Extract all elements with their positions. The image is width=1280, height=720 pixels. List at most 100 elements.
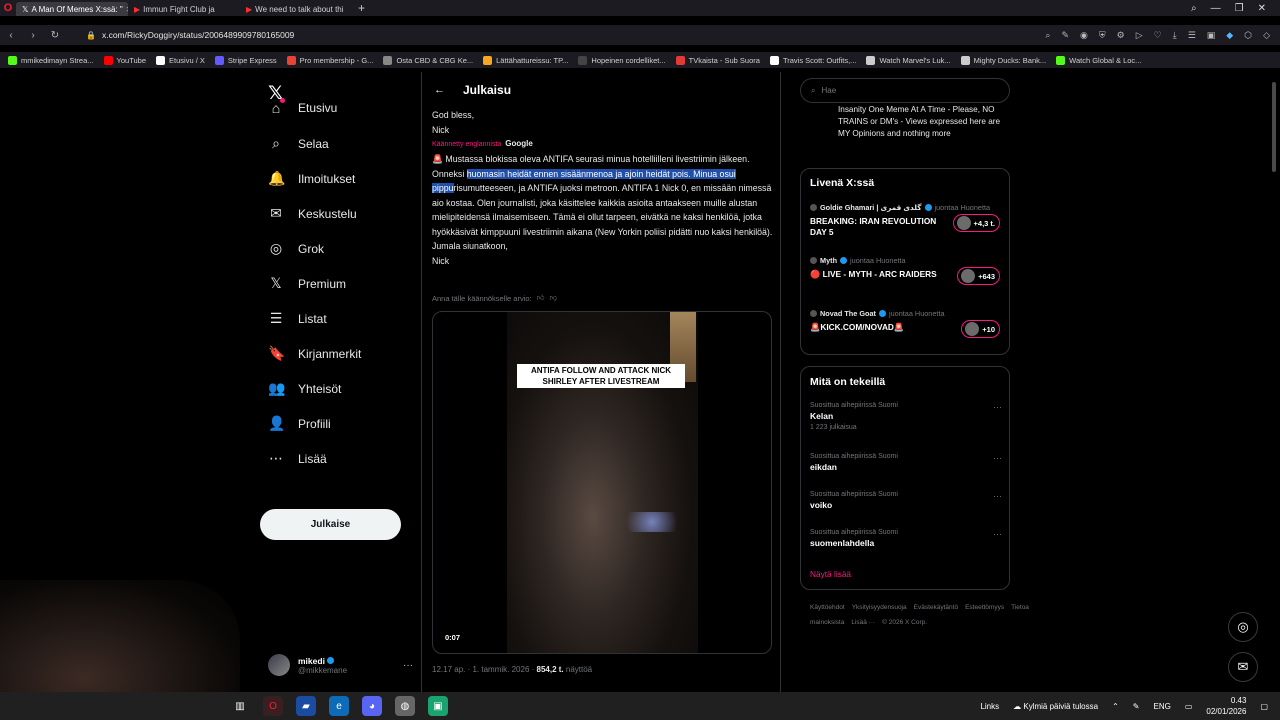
aria-icon[interactable]: ◇ <box>1263 30 1270 41</box>
notifications-icon[interactable]: ▢ <box>1260 702 1268 711</box>
bookmark-item[interactable]: Hopeinen cordelliket... <box>578 55 666 65</box>
network-icon[interactable]: ▭ <box>1185 702 1193 711</box>
discord-icon[interactable]: ◕ <box>362 696 382 716</box>
tray-chevron-icon[interactable]: ⌃ <box>1112 702 1119 711</box>
nav-item-bookmarks[interactable]: 🔖 Kirjanmerkit <box>268 345 361 362</box>
cube-icon[interactable]: ⬡ <box>1244 30 1252 41</box>
opera-logo-icon[interactable]: O <box>0 0 16 16</box>
back-icon[interactable]: ‹ <box>0 30 22 41</box>
trend-item[interactable]: Suosittua aihepiirissä Suomi eikdan ··· <box>810 453 1002 472</box>
bookmark-item[interactable]: Watch Global & Loc... <box>1056 55 1141 65</box>
back-arrow-icon[interactable]: ← <box>434 84 445 96</box>
chart-app-icon[interactable]: ▰ <box>296 696 316 716</box>
footer-link[interactable]: © 2026 X Corp. <box>882 619 927 626</box>
opera-taskbar-icon[interactable]: O <box>263 696 283 716</box>
bookmark-item[interactable]: YouTube <box>103 55 146 65</box>
bookmark-item[interactable]: Mighty Ducks: Bank... <box>960 55 1046 65</box>
browser-tab-1[interactable]: 𝕏 A Man Of Memes X:ssä: " ✕ <box>16 2 128 16</box>
download-icon[interactable]: ⤓ <box>1173 30 1177 41</box>
bookmark-item[interactable]: Travis Scott: Outfits,... <box>769 55 856 65</box>
reload-icon[interactable]: ↻ <box>44 30 66 41</box>
scroll-thumb[interactable] <box>1272 82 1276 172</box>
post-timestamp[interactable]: 12.17 ap. · 1. tammik. 2026 · <box>432 665 534 674</box>
camera-icon[interactable]: ◉ <box>1080 30 1088 41</box>
nav-item-communities[interactable]: 👥 Yhteisöt <box>268 380 341 397</box>
nav-item-notifications[interactable]: 🔔 Ilmoitukset <box>268 170 355 187</box>
thumbs-up-icon[interactable]: 👍︎ <box>537 293 545 303</box>
bookmark-item[interactable]: Etusivu / X <box>156 55 205 65</box>
footer-link[interactable]: Yksityisyydensuoja <box>852 604 907 611</box>
search-tabs-icon[interactable]: ⌕ <box>1191 3 1197 14</box>
store-icon[interactable]: ▣ <box>428 696 448 716</box>
weather-widget[interactable]: ☁ Kylmiä päiviä tulossa <box>1013 702 1098 711</box>
pen-icon[interactable]: ✎ <box>1133 702 1140 711</box>
grok-fab-icon[interactable]: ◎ <box>1228 612 1258 642</box>
trend-more-icon[interactable]: ··· <box>993 453 1002 463</box>
bookmark-item[interactable]: TVkaista - Sub Suora <box>675 55 760 65</box>
nav-item-profile[interactable]: 👤 Profiili <box>268 415 331 432</box>
extension-icon[interactable]: ⚙ <box>1117 30 1125 41</box>
shield-icon[interactable]: ⛨ <box>1099 30 1106 41</box>
bookmark-item[interactable]: Stripe Express <box>214 55 277 65</box>
ai-extension-icon[interactable]: ◆ <box>1226 30 1233 41</box>
nav-item-grok[interactable]: ◎ Grok <box>268 240 324 257</box>
task-view-icon[interactable]: ▥ <box>230 696 250 716</box>
search-input[interactable]: ⌕ Hae <box>800 78 1010 103</box>
play-icon[interactable]: ▷ <box>1136 30 1143 41</box>
trend-more-icon[interactable]: ··· <box>993 491 1002 501</box>
post-button[interactable]: Julkaise <box>260 509 401 540</box>
app-icon[interactable]: ◍ <box>395 696 415 716</box>
page-scrollbar[interactable] <box>1271 72 1277 692</box>
browser-tab-2[interactable]: ▶ Immun Fight Club ja <box>128 2 240 16</box>
bookmark-item[interactable]: Lättähattureissu: TP... <box>483 55 568 65</box>
nav-item-home[interactable]: ⌂ Etusivu <box>268 98 337 116</box>
nav-item-messages[interactable]: ✉ Keskustelu <box>268 205 357 222</box>
links-toolbar[interactable]: Links <box>980 702 999 711</box>
trend-item[interactable]: Suosittua aihepiirissä Suomi suomenlahde… <box>810 529 1002 548</box>
nav-item-more[interactable]: ⋯ Lisää <box>268 450 327 467</box>
url-field[interactable]: 🔒 x.com/RickyDoggiry/status/200648990978… <box>86 30 294 40</box>
post-video[interactable]: ANTIFA FOLLOW AND ATTACK NICK SHIRLEY AF… <box>432 311 772 654</box>
thumbs-down-icon[interactable]: 👎︎ <box>550 293 558 303</box>
minimize-icon[interactable]: — <box>1211 3 1221 14</box>
maximize-icon[interactable]: ❐ <box>1235 3 1244 14</box>
heart-icon[interactable]: ♡ <box>1154 30 1162 41</box>
trend-item[interactable]: Suosittua aihepiirissä Suomi voiko ··· <box>810 491 1002 510</box>
clock[interactable]: 0.43 02/01/2026 <box>1206 695 1246 717</box>
edit-icon[interactable]: ✎ <box>1061 30 1069 41</box>
trend-more-icon[interactable]: ··· <box>993 402 1002 412</box>
footer-link[interactable]: Evästekäytäntö <box>914 604 958 611</box>
bookmark-item[interactable]: Watch Marvel's Luk... <box>866 55 951 65</box>
more-options-icon[interactable]: ··· <box>403 660 413 671</box>
search-icon[interactable]: ⌕ <box>1045 30 1050 41</box>
video-frame[interactable]: ANTIFA FOLLOW AND ATTACK NICK SHIRLEY AF… <box>507 312 698 653</box>
close-window-icon[interactable]: ✕ <box>1258 3 1266 14</box>
forward-icon[interactable]: › <box>22 30 44 41</box>
edge-icon[interactable]: e <box>329 696 349 716</box>
footer-links: Käyttöehdot Yksityisyydensuoja Evästekäytä… <box>810 600 1029 630</box>
bookmark-item[interactable]: Osta CBD & CBG Ke... <box>383 55 473 65</box>
wallet-icon[interactable]: ▣ <box>1207 30 1216 41</box>
nav-item-premium[interactable]: 𝕏 Premium <box>268 275 346 292</box>
messages-fab-icon[interactable]: ✉ <box>1228 652 1258 682</box>
footer-link[interactable]: Esteettömyys <box>965 604 1004 611</box>
nav-item-explore[interactable]: ⌕ Selaa <box>268 135 329 152</box>
post-views-label: näyttöä <box>565 665 593 674</box>
live-space-item[interactable]: Goldie Ghamari | گلدی قمری juontaa Huonet… <box>810 203 1002 238</box>
translation-notice[interactable]: Käännetty englannista Google <box>432 139 533 148</box>
footer-link[interactable]: Käyttöehdot <box>810 604 845 611</box>
language-indicator[interactable]: ENG <box>1153 702 1170 711</box>
show-more-link[interactable]: Näytä lisää <box>810 569 851 579</box>
menu-icon[interactable]: ☰ <box>1188 30 1196 41</box>
live-space-item[interactable]: Myth juontaa Huonetta 🔴 LIVE - MYTH - ARC… <box>810 256 1002 285</box>
browser-tab-3[interactable]: ▶ We need to talk about thi <box>240 2 352 16</box>
trend-item[interactable]: Suosittua aihepiirissä Suomi Kelan 1 223… <box>810 402 1002 431</box>
account-switcher[interactable]: mikedi @mikkemane ··· <box>268 654 413 676</box>
trend-more-icon[interactable]: ··· <box>993 529 1002 539</box>
bookmark-item[interactable]: Pro membership - G... <box>286 55 373 65</box>
bookmark-item[interactable]: mmikedimayn Strea... <box>8 55 94 65</box>
nav-item-lists[interactable]: ☰ Listat <box>268 310 327 327</box>
footer-link[interactable]: Lisää ··· <box>851 619 875 626</box>
new-tab-button[interactable]: + <box>352 1 371 15</box>
live-space-item[interactable]: Novad The Goat juontaa Huonetta 🚨KICK.COM… <box>810 309 1002 338</box>
